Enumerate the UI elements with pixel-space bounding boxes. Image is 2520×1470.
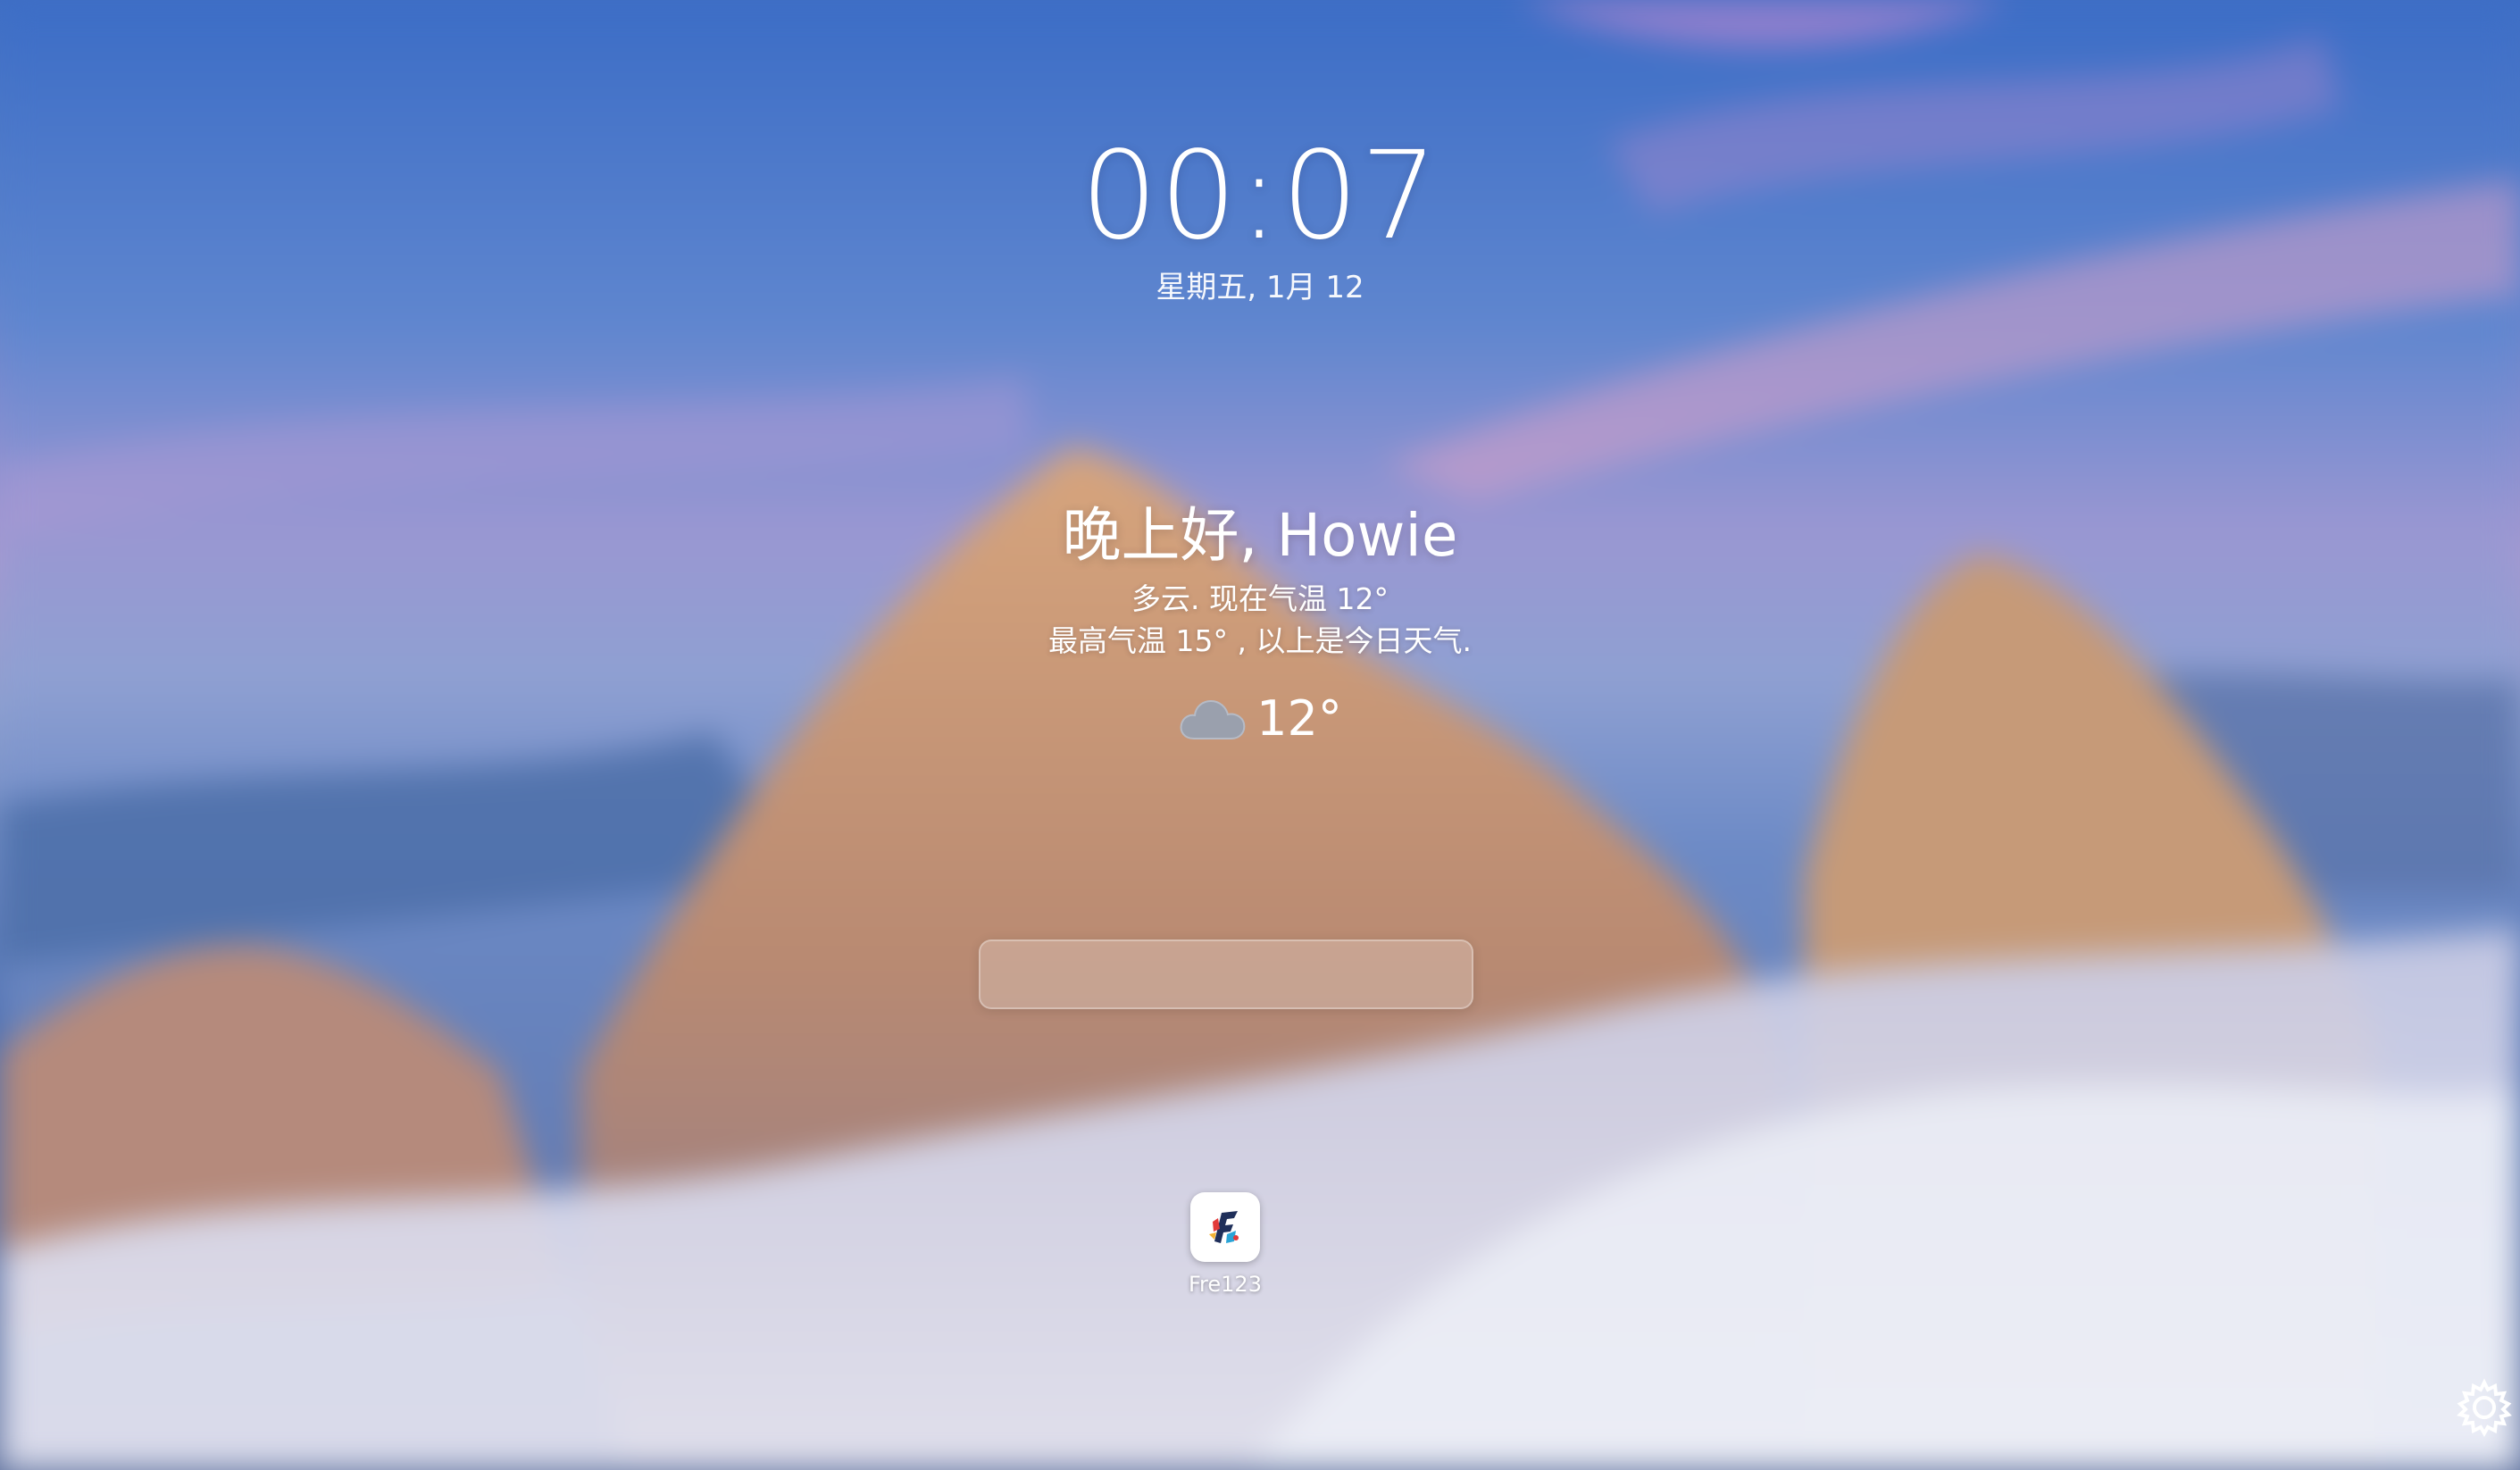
app-label: Fre123 [1189,1272,1262,1297]
weather-summary: 多云. 现在气温 12° [1131,581,1389,616]
search-input[interactable] [980,941,1472,1007]
current-temperature: 12° [1256,690,1342,747]
search-box[interactable] [979,940,1473,1009]
fre123-app-icon[interactable] [1190,1192,1260,1262]
clock-date: 星期五, 1月 12 [1156,270,1364,305]
clock-time: 00:07 [1081,126,1439,267]
gear-icon[interactable] [2454,1377,2515,1438]
app-shortcut-fre123[interactable]: Fre123 [1181,1192,1270,1298]
greeting-text: 晚上好, Howie [1062,501,1458,570]
cloud-icon [1178,694,1247,744]
weather-forecast: 最高气温 15° , 以上是今日天气. [1048,623,1472,658]
current-weather: 12° [1152,688,1368,750]
